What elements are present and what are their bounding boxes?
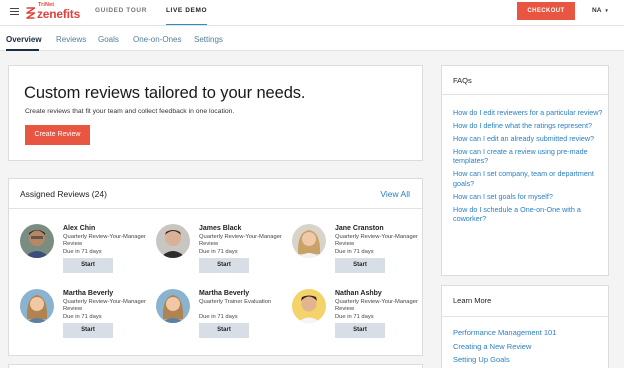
review-type: Quarterly Review-Your-Manager Review — [63, 299, 146, 312]
avatar-jane — [292, 224, 326, 258]
logo-name-text: zenefits — [37, 7, 81, 21]
start-review-button[interactable]: Start — [199, 323, 249, 338]
learn-more-link[interactable]: Creating a New Review — [453, 342, 603, 352]
review-item: Nathan Ashby Quarterly Review-Your-Manag… — [292, 287, 422, 347]
topnav-live-demo[interactable]: LIVE DEMO — [165, 0, 208, 25]
review-type: Quarterly Review-Your-Manager Review — [335, 299, 418, 312]
reviewee-name: Nathan Ashby — [335, 290, 382, 297]
logo-mark-icon — [26, 7, 35, 19]
zenefits-logo[interactable]: TriNet zenefits — [26, 2, 86, 22]
tab-goals[interactable]: Goals — [98, 35, 119, 44]
tab-overview[interactable]: Overview — [6, 35, 42, 44]
faqs-card: FAQs How do I edit reviewers for a parti… — [441, 65, 609, 276]
tab-settings[interactable]: Settings — [194, 35, 223, 44]
divider — [442, 94, 608, 95]
review-due: Due in 71 days — [199, 314, 238, 320]
learn-more-link[interactable]: Setting Up Goals — [453, 355, 603, 365]
faq-link[interactable]: How can I create a review using pre-made… — [453, 147, 603, 166]
sub-nav: Overview Reviews Goals One-on-Ones Setti… — [0, 25, 624, 51]
review-item: Martha Beverly Quarterly Trainer Evaluat… — [156, 287, 286, 347]
start-review-button[interactable]: Start — [63, 258, 113, 273]
start-review-button[interactable]: Start — [335, 323, 385, 338]
divider — [442, 316, 608, 317]
assigned-reviews-header: Assigned Reviews (24) View All — [9, 179, 422, 209]
avatar-alex — [20, 224, 54, 258]
review-item: Martha Beverly Quarterly Review-Your-Man… — [20, 287, 150, 347]
avatar-martha — [20, 289, 54, 323]
hamburger-menu-icon[interactable] — [10, 8, 19, 16]
review-due: Due in 71 days — [335, 249, 374, 255]
tab-one-on-ones[interactable]: One-on-Ones — [133, 35, 181, 44]
learn-more-list: Performance Management 101 Creating a Ne… — [453, 328, 603, 368]
next-card — [8, 364, 423, 368]
review-type: Quarterly Review-Your-Manager Review — [199, 234, 282, 247]
review-due: Due in 71 days — [63, 314, 102, 320]
review-item: Alex Chin Quarterly Review-Your-Manager … — [20, 222, 150, 282]
top-nav: GUIDED TOUR LIVE DEMO — [95, 0, 226, 25]
faq-link[interactable]: How can I set company, team or departmen… — [453, 169, 603, 188]
review-due: Due in 71 days — [199, 249, 238, 255]
assigned-reviews-card: Assigned Reviews (24) View All Alex Chin… — [8, 178, 423, 356]
faq-link[interactable]: How can I edit an already submitted revi… — [453, 134, 603, 144]
start-review-button[interactable]: Start — [199, 258, 249, 273]
learn-more-card: Learn More Performance Management 101 Cr… — [441, 285, 609, 368]
faq-link[interactable]: How can I set goals for myself? — [453, 192, 603, 202]
faq-link[interactable]: How do I edit reviewers for a particular… — [453, 108, 603, 118]
learn-more-title: Learn More — [453, 296, 492, 305]
review-due: Due in 71 days — [335, 314, 374, 320]
avatar-james — [156, 224, 190, 258]
reviewee-name: James Black — [199, 225, 242, 232]
caret-down-icon: ▼ — [604, 8, 609, 13]
review-type: Quarterly Review-Your-Manager Review — [63, 234, 146, 247]
faq-link[interactable]: How do I schedule a One-on-One with a co… — [453, 205, 603, 224]
region-label: NA — [592, 7, 602, 14]
tab-reviews[interactable]: Reviews — [56, 35, 86, 44]
checkout-button[interactable]: CHECKOUT — [517, 2, 575, 20]
hero-title: Custom reviews tailored to your needs. — [24, 84, 306, 102]
review-due: Due in 71 days — [63, 249, 102, 255]
region-selector[interactable]: NA ▼ — [592, 7, 609, 14]
view-all-link[interactable]: View All — [380, 189, 410, 199]
reviewee-name: Martha Beverly — [63, 290, 114, 297]
top-bar: TriNet zenefits GUIDED TOUR LIVE DEMO CH… — [0, 0, 624, 25]
avatar-martha — [156, 289, 190, 323]
start-review-button[interactable]: Start — [63, 323, 113, 338]
review-item: Jane Cranston Quarterly Review-Your-Mana… — [292, 222, 422, 282]
learn-more-link[interactable]: Performance Management 101 — [453, 328, 603, 338]
avatar-nathan — [292, 289, 326, 323]
create-review-button[interactable]: Create Review — [25, 125, 90, 145]
hero-card: Custom reviews tailored to your needs. C… — [8, 65, 423, 161]
faqs-title: FAQs — [453, 76, 472, 85]
reviewee-name: Martha Beverly — [199, 290, 250, 297]
active-tab-indicator — [6, 49, 39, 51]
topnav-guided-tour[interactable]: GUIDED TOUR — [95, 0, 147, 25]
faq-link[interactable]: How do I define what the ratings represe… — [453, 121, 603, 131]
review-type: Quarterly Review-Your-Manager Review — [335, 234, 418, 247]
hero-subtitle: Create reviews that fit your team and co… — [25, 108, 235, 115]
review-item: James Black Quarterly Review-Your-Manage… — [156, 222, 286, 282]
reviewee-name: Alex Chin — [63, 225, 96, 232]
reviewee-name: Jane Cranston — [335, 225, 384, 232]
review-type: Quarterly Trainer Evaluation — [199, 299, 272, 305]
faq-list: How do I edit reviewers for a particular… — [453, 108, 603, 227]
assigned-reviews-title: Assigned Reviews (24) — [20, 189, 107, 199]
start-review-button[interactable]: Start — [335, 258, 385, 273]
